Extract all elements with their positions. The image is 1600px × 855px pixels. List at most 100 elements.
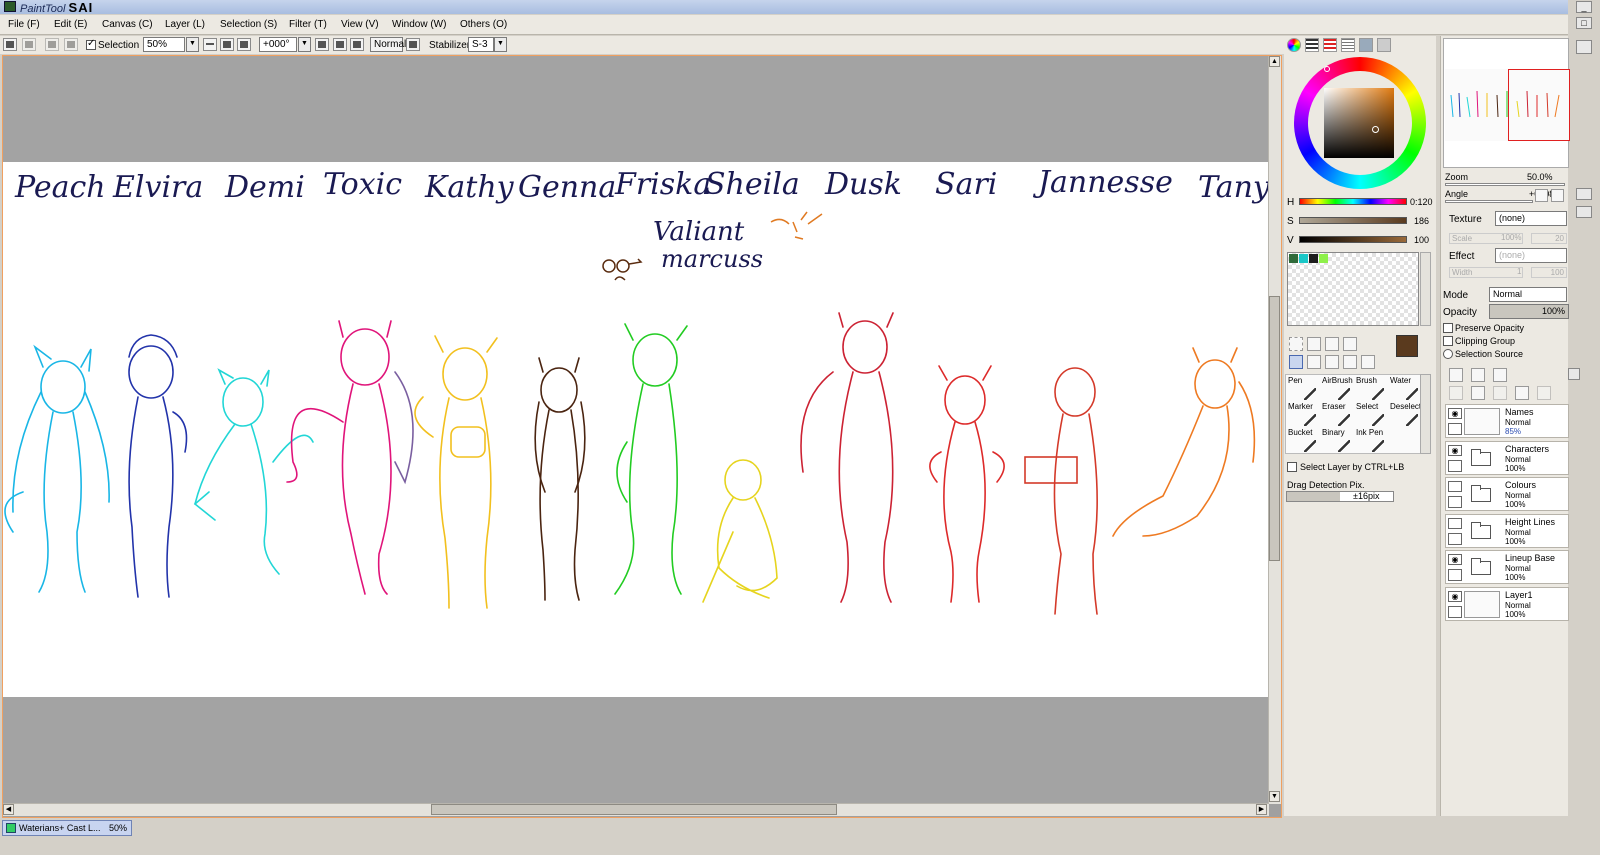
delete-layer-icon[interactable]: [1515, 386, 1529, 400]
layer-select-box[interactable]: [1448, 496, 1462, 508]
tool-eraser[interactable]: Eraser: [1322, 402, 1356, 428]
zoom-reset-button[interactable]: [237, 38, 251, 51]
tool-marker[interactable]: Marker: [1288, 402, 1322, 428]
preserve-opacity-checkbox[interactable]: [1443, 323, 1453, 333]
zoom-field[interactable]: 50%: [143, 37, 185, 52]
nav-angle-slider[interactable]: [1445, 200, 1533, 203]
eyedropper-icon[interactable]: [1343, 337, 1357, 351]
menu-window[interactable]: Window (W): [392, 19, 446, 30]
color-swatch[interactable]: [1289, 254, 1298, 263]
tool-brush[interactable]: Brush: [1356, 376, 1390, 402]
rotate-reset-button[interactable]: [333, 38, 347, 51]
eye-icon[interactable]: ◉: [1448, 590, 1462, 602]
scroll-left-arrow[interactable]: ◀: [3, 804, 14, 815]
vertical-scroll-thumb[interactable]: [1269, 296, 1280, 561]
sv-cursor[interactable]: [1372, 126, 1379, 133]
color-mixer-mode-icon[interactable]: [1341, 38, 1355, 52]
drag-detection-slider[interactable]: ±16pix: [1286, 491, 1394, 502]
eye-icon[interactable]: ◉: [1448, 554, 1462, 565]
eye-icon[interactable]: [1448, 517, 1462, 529]
minimize-button[interactable]: _: [1576, 1, 1592, 13]
scroll-up-arrow[interactable]: ▲: [1269, 56, 1280, 67]
menu-filter[interactable]: Filter (T): [289, 19, 327, 30]
primary-color-swatch[interactable]: [1396, 335, 1418, 357]
eye-icon[interactable]: ◉: [1448, 444, 1462, 456]
eyedropper-alt-icon[interactable]: [1361, 355, 1375, 369]
nav-flip-icon[interactable]: [1551, 189, 1564, 202]
tool-select[interactable]: Select: [1356, 402, 1390, 428]
new-layer-icon[interactable]: [1449, 368, 1463, 382]
selection-checkbox[interactable]: [86, 38, 96, 50]
menu-selection[interactable]: Selection (S): [220, 19, 277, 30]
eye-icon[interactable]: ◉: [1448, 408, 1462, 419]
new-folder-icon[interactable]: [1493, 368, 1507, 382]
layer-row[interactable]: ◉ Names Normal 85%: [1445, 404, 1569, 438]
deselect-tool-button[interactable]: [45, 38, 59, 51]
invert-selection-button[interactable]: [64, 38, 78, 51]
menu-layer[interactable]: Layer (L): [165, 19, 205, 30]
nav-reset-icon[interactable]: [1535, 189, 1548, 202]
color-wheel-mode-icon[interactable]: [1287, 38, 1301, 52]
navigator-preview[interactable]: [1443, 38, 1570, 168]
magic-wand-icon[interactable]: [1325, 337, 1339, 351]
nav-rotate-button[interactable]: [1576, 206, 1592, 218]
menu-edit[interactable]: Edit (E): [54, 19, 87, 30]
document-tab[interactable]: Waterians+ Cast L... 50%: [2, 820, 132, 836]
layer-row[interactable]: Height Lines Normal 100%: [1445, 513, 1569, 548]
tool-ink-pen[interactable]: Ink Pen: [1356, 428, 1390, 454]
lasso-icon[interactable]: [1307, 337, 1321, 351]
saturation-slider[interactable]: [1299, 217, 1407, 224]
value-slider[interactable]: [1299, 236, 1407, 243]
rotate-ccw-button[interactable]: [315, 38, 329, 51]
color-swatch[interactable]: [1309, 254, 1318, 263]
saturation-value-square[interactable]: [1324, 88, 1394, 158]
rotate-tool-icon[interactable]: [1325, 355, 1339, 369]
flip-button[interactable]: [406, 38, 420, 51]
navigator-viewport-rect[interactable]: [1508, 69, 1570, 141]
swatches-mode-icon[interactable]: [1359, 38, 1373, 52]
scratchpad-mode-icon[interactable]: [1377, 38, 1391, 52]
new-linework-layer-icon[interactable]: [1471, 368, 1485, 382]
color-swatch[interactable]: [1299, 254, 1308, 263]
tool-empty[interactable]: [1390, 428, 1424, 454]
blend-mode-select[interactable]: Normal: [1489, 287, 1567, 302]
hue-slider[interactable]: [1299, 198, 1407, 205]
drawing-canvas[interactable]: Peach Elvira Demi Toxic Kathy Genna Fris…: [3, 162, 1268, 697]
tool-water[interactable]: Water: [1390, 376, 1424, 402]
select-layer-ctrl-checkbox[interactable]: [1287, 462, 1297, 472]
color-swatch[interactable]: [1319, 254, 1328, 263]
panel-button[interactable]: [1576, 40, 1592, 54]
eye-icon[interactable]: [1448, 481, 1462, 492]
rect-select-icon[interactable]: [1289, 337, 1303, 351]
move-icon[interactable]: [1289, 355, 1303, 369]
tool-airbrush[interactable]: AirBrush: [1322, 376, 1356, 402]
opacity-slider[interactable]: 100%: [1489, 304, 1569, 319]
clear-layer-icon[interactable]: [1493, 386, 1507, 400]
angle-dropdown[interactable]: ▼: [298, 37, 311, 52]
color-swatch-area[interactable]: [1287, 252, 1419, 326]
maximize-button[interactable]: □: [1576, 17, 1592, 29]
layer-select-box[interactable]: [1448, 569, 1462, 581]
zoom-dropdown[interactable]: ▼: [186, 37, 199, 52]
zoom-tool-icon[interactable]: [1307, 355, 1321, 369]
zoom-in-button[interactable]: [220, 38, 234, 51]
merge-down-icon[interactable]: [1471, 386, 1485, 400]
layer-row[interactable]: ◉ Layer1 Normal 100%: [1445, 586, 1569, 621]
scroll-right-arrow[interactable]: ▶: [1256, 804, 1267, 815]
undo-button[interactable]: [3, 38, 17, 51]
zoom-out-button[interactable]: [203, 38, 217, 51]
layer-row[interactable]: ◉ Characters Normal 100%: [1445, 440, 1569, 475]
hue-cursor[interactable]: [1324, 66, 1330, 72]
menu-view[interactable]: View (V): [341, 19, 379, 30]
effect-field[interactable]: (none): [1495, 248, 1567, 263]
rotate-cw-button[interactable]: [350, 38, 364, 51]
selection-source-radio[interactable]: [1443, 349, 1453, 359]
rgb-sliders-mode-icon[interactable]: [1305, 38, 1319, 52]
nav-zoom-slider[interactable]: [1445, 183, 1565, 186]
canvas-horizontal-scrollbar[interactable]: ◀ ▶: [3, 803, 1269, 816]
nav-zoom-in-button[interactable]: [1576, 188, 1592, 200]
tool-pen[interactable]: Pen: [1288, 376, 1322, 402]
hand-tool-icon[interactable]: [1343, 355, 1357, 369]
layer-panel-button[interactable]: [1568, 368, 1580, 380]
layer-select-box[interactable]: [1448, 423, 1462, 435]
